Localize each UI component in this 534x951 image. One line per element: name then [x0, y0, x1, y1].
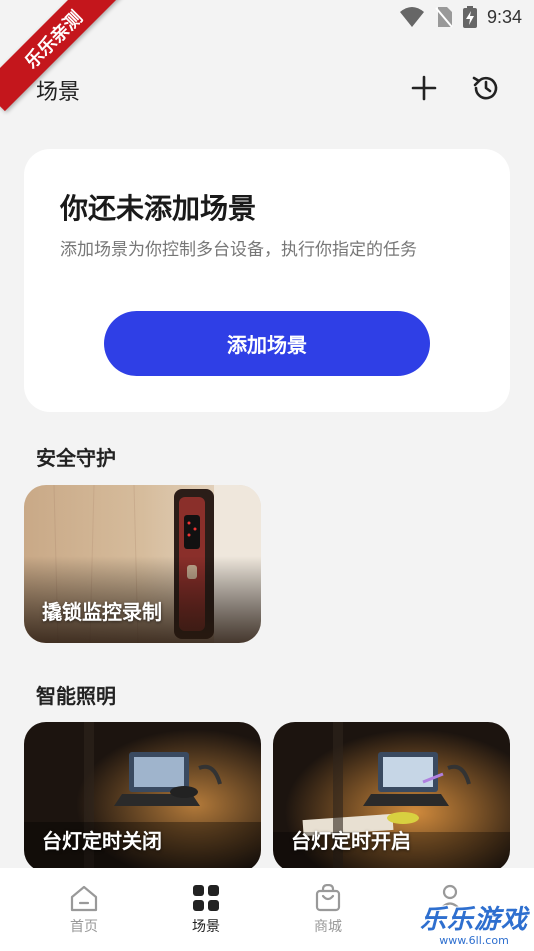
section-title-lighting: 智能照明: [36, 684, 116, 708]
shopping-bag-icon: [315, 884, 341, 912]
history-button[interactable]: [468, 70, 504, 106]
watermark: 乐乐游戏 www.6ll.com: [420, 899, 528, 947]
nav-item-home[interactable]: 首页: [44, 884, 124, 936]
empty-subtitle: 添加场景为你控制多台设备，执行你指定的任务: [60, 240, 417, 260]
nav-item-store[interactable]: 商城: [288, 884, 368, 936]
scene-card-label: 撬锁监控录制: [42, 600, 162, 624]
nav-label: 场景: [192, 919, 220, 935]
history-icon: [472, 76, 498, 100]
scene-card-lamp-off[interactable]: 台灯定时关闭: [24, 722, 261, 872]
scene-card-label: 台灯定时关闭: [42, 829, 162, 853]
wifi-icon: [399, 7, 424, 27]
empty-title: 你还未添加场景: [60, 192, 257, 225]
section-title-security: 安全守护: [36, 446, 116, 470]
scene-card-label: 台灯定时开启: [291, 829, 411, 853]
bottom-nav: 首页 场景 商城 乐乐游戏 www.6ll.com: [0, 868, 534, 951]
no-sim-icon: [435, 7, 453, 28]
grid-icon: [193, 885, 219, 911]
status-time: 9:34: [486, 6, 522, 27]
watermark-text: 乐乐游戏: [419, 905, 528, 935]
scene-card-lock-monitor[interactable]: 撬锁监控录制: [24, 485, 261, 643]
add-scene-button[interactable]: [406, 70, 442, 106]
nav-label: 商城: [314, 919, 342, 935]
page-title: 场景: [36, 80, 81, 105]
add-scene-primary-button[interactable]: 添加场景: [104, 311, 430, 376]
battery-charging-icon: [462, 6, 477, 28]
app-bar: 场景: [0, 64, 534, 112]
status-icons: 9:34: [399, 6, 522, 28]
home-icon: [70, 885, 98, 912]
scene-card-lamp-on[interactable]: 台灯定时开启: [273, 722, 510, 872]
plus-icon: [411, 75, 437, 101]
nav-item-scene[interactable]: 场景: [166, 884, 246, 936]
empty-scene-card: 你还未添加场景 添加场景为你控制多台设备，执行你指定的任务 添加场景: [24, 149, 510, 412]
nav-label: 首页: [70, 919, 98, 935]
